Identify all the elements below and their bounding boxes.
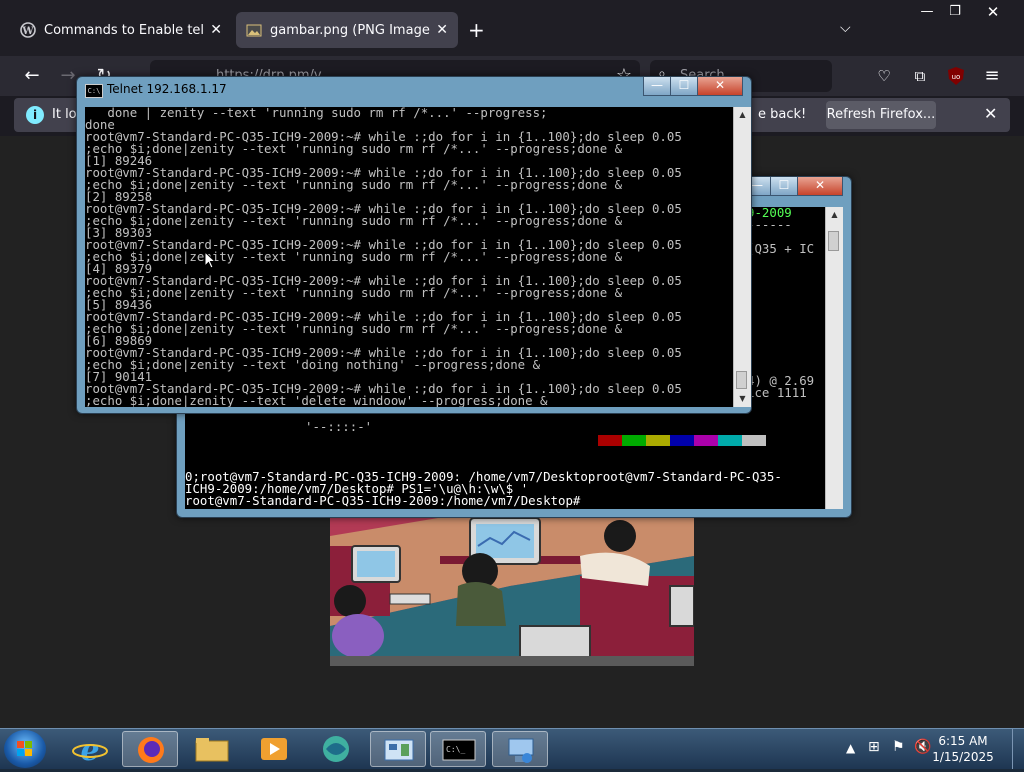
palette-swatch [741, 435, 766, 446]
internet-explorer-icon[interactable]: e [62, 731, 118, 768]
clock-time: 6:15 AM [938, 734, 988, 748]
command-prompt-icon: C:\ [85, 84, 103, 98]
minimize-button[interactable]: — [643, 77, 671, 96]
back-arrow-icon[interactable]: ← [20, 64, 44, 88]
ascii-art-text: '--::::-' [305, 419, 373, 434]
ublock-origin-icon[interactable]: uo [944, 64, 968, 88]
action-center-flag-icon[interactable]: ⚑ [892, 739, 905, 755]
palette-swatch [621, 435, 646, 446]
close-button[interactable]: ✕ [697, 77, 743, 96]
tab-telnet-article[interactable]: W Commands to Enable telnet cli ✕ [10, 12, 232, 48]
terminal-line: done | zenity --text 'running sudo rm rf… [85, 107, 548, 120]
console-prompt: root@vm7-Standard-PC-Q35-ICH9-2009:/home… [185, 493, 581, 508]
notification-text-end: e back! [758, 107, 807, 122]
pocket-icon[interactable]: ♡ [872, 64, 896, 88]
show-desktop-button[interactable] [1012, 729, 1024, 769]
scroll-up-arrow-icon[interactable]: ▲ [734, 107, 751, 123]
maximize-button[interactable]: ☐ [670, 77, 698, 96]
network-computer-icon[interactable] [492, 731, 548, 767]
close-button[interactable]: ✕ [976, 2, 1010, 22]
terminal-line: ;echo $i;done|zenity --text 'running sud… [85, 321, 623, 336]
cartoon-call-center-image [330, 516, 694, 666]
tab-title: Commands to Enable telnet cli [44, 22, 205, 38]
palette-swatch [693, 435, 718, 446]
palette-swatch [645, 435, 670, 446]
start-button-windows-icon[interactable] [4, 730, 46, 768]
firefox-taskbar-icon[interactable] [122, 731, 178, 767]
list-all-tabs-chevron-icon[interactable]: ⌵ [840, 20, 851, 36]
scroll-thumb[interactable] [828, 231, 839, 251]
scrollbar[interactable]: ▲ ▼ [733, 107, 751, 407]
maximize-button[interactable]: ❐ [938, 2, 972, 22]
window-title: Telnet 192.168.1.17 [107, 82, 227, 96]
refresh-firefox-button[interactable]: Refresh Firefox... [826, 101, 936, 129]
terminal-line: ;echo $i;done|zenity --text 'running sud… [85, 249, 623, 264]
close-button[interactable]: ✕ [797, 177, 843, 196]
terminal-line: ;echo $i;done|zenity --text 'running sud… [85, 213, 623, 228]
taskbar: e C:\_ ▲ ⊞ ⚑ 🔇 6:15 AM 1/15/2025 [0, 728, 1024, 769]
svg-text:uo: uo [952, 73, 961, 81]
console-text-fragment: ice 1111 [747, 385, 807, 400]
scroll-thumb[interactable] [736, 371, 747, 389]
svg-text:C:\_: C:\_ [446, 745, 465, 754]
media-player-icon[interactable] [246, 731, 302, 767]
control-panel-icon[interactable] [370, 731, 426, 767]
extensions-icon[interactable]: ⧉ [908, 64, 932, 88]
terminal-line: ;echo $i;done|zenity --text 'running sud… [85, 177, 623, 192]
mouse-cursor-icon [204, 251, 216, 269]
network-tray-icon[interactable]: ⊞ [868, 739, 880, 755]
color-palette [553, 423, 766, 460]
file-explorer-folder-icon[interactable] [184, 731, 240, 767]
close-tab-icon[interactable]: ✕ [436, 22, 448, 38]
clock-date: 1/15/2025 [932, 750, 994, 764]
image-file-icon [246, 22, 262, 38]
wordpress-icon: W [20, 22, 36, 38]
terminal-line: ;echo $i;done|zenity --text 'running sud… [85, 141, 623, 156]
terminal-line: ;echo $i;done|zenity --text 'doing nothi… [85, 357, 541, 372]
maximize-button[interactable]: ☐ [770, 177, 798, 196]
remote-viewer-icon[interactable] [308, 731, 364, 767]
tab-title: gambar.png (PNG Image, 367 × [270, 22, 431, 38]
tab-strip: W Commands to Enable telnet cli ✕ gambar… [0, 0, 1024, 56]
console-text-fragment: (Q35 + IC [747, 241, 815, 256]
terminal-line: ;echo $i;done|zenity --text 'running sud… [85, 285, 623, 300]
close-tab-icon[interactable]: ✕ [210, 22, 222, 38]
menu-hamburger-icon[interactable]: ≡ [980, 64, 1004, 88]
clock[interactable]: 6:15 AM 1/15/2025 [928, 733, 998, 765]
notification-text: It lo [52, 107, 77, 122]
command-prompt-taskbar-icon[interactable]: C:\_ [430, 731, 486, 767]
scroll-up-arrow-icon[interactable]: ▲ [826, 207, 843, 223]
telnet-window[interactable]: C:\ Telnet 192.168.1.17 — ☐ ✕ done | zen… [76, 76, 752, 414]
scrollbar[interactable]: ▲ [825, 207, 843, 509]
show-hidden-icons-chevron-icon[interactable]: ▲ [846, 741, 855, 755]
scroll-down-arrow-icon[interactable]: ▼ [734, 391, 751, 407]
tab-gambar-image[interactable]: gambar.png (PNG Image, 367 × ✕ [236, 12, 458, 48]
svg-text:W: W [21, 26, 34, 37]
close-notification-icon[interactable]: ✕ [984, 104, 997, 123]
new-tab-button[interactable]: + [468, 18, 485, 42]
info-icon: i [26, 106, 44, 124]
terminal-line: ;echo $i;done|zenity --text 'delete wind… [85, 393, 548, 407]
palette-swatch [597, 435, 622, 446]
telnet-output[interactable]: done | zenity --text 'running sudo rm rf… [85, 107, 733, 407]
svg-text:e: e [80, 733, 99, 767]
palette-swatch [717, 435, 742, 446]
palette-swatch [669, 435, 694, 446]
console-text-fragment: ------ [747, 217, 792, 232]
